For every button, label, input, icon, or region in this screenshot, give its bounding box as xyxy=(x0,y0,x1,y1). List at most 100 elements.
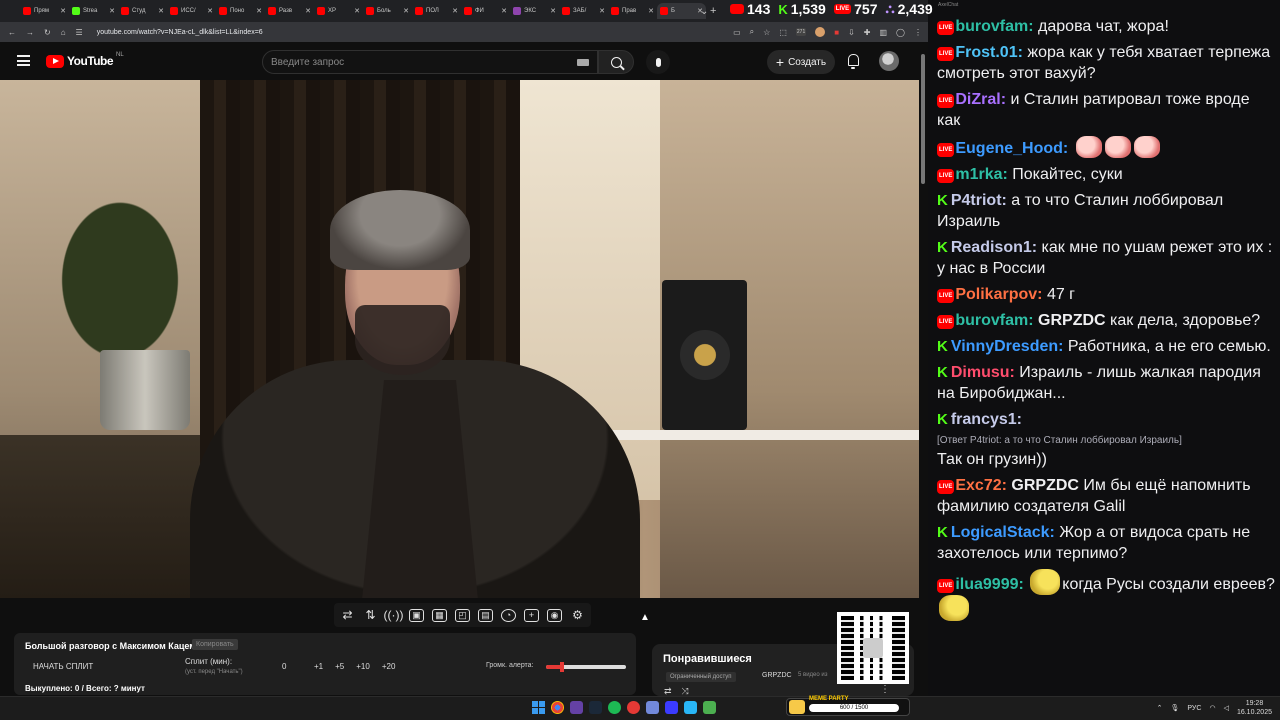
browser-tab[interactable]: Боль ✕ xyxy=(363,3,412,19)
cinema-icon[interactable]: ▣ xyxy=(409,608,424,622)
tab-close-icon[interactable]: ✕ xyxy=(256,7,262,15)
twitch-app-icon[interactable] xyxy=(570,701,583,714)
chat-username[interactable]: Frost.01: xyxy=(955,44,1023,61)
chat-username[interactable]: ilua9999: xyxy=(955,576,1023,593)
youtube-logo[interactable]: YouTube NL xyxy=(46,52,124,68)
steam-icon[interactable] xyxy=(589,701,602,714)
chat-username[interactable]: burovfam: xyxy=(955,18,1033,35)
increment-10-button[interactable]: +10 xyxy=(356,662,370,671)
lang-indicator[interactable]: РУС xyxy=(1187,705,1201,712)
keyboard-icon[interactable] xyxy=(577,59,589,66)
increment-5-button[interactable]: +5 xyxy=(335,662,344,671)
settings-gear-icon[interactable]: ⚙ xyxy=(570,609,585,622)
sort-icon[interactable]: ⇅ xyxy=(363,609,378,622)
system-clock[interactable]: 19:28 16.10.2025 xyxy=(1237,699,1272,717)
audio-waves-icon[interactable]: ((·)) xyxy=(384,609,404,622)
video-player[interactable] xyxy=(0,80,920,598)
browser-tab[interactable]: Прям ✕ xyxy=(20,3,69,19)
start-split-button[interactable]: НАЧАТЬ СПЛИТ xyxy=(33,662,93,671)
camera-icon[interactable]: ◉ xyxy=(547,608,562,622)
speed-icon[interactable]: ◔ xyxy=(501,608,516,622)
browser-tab[interactable]: Студ ✕ xyxy=(118,3,167,19)
url-text[interactable]: youtube.com/watch?v=NJEa-cL_dlk&list=LL&… xyxy=(97,29,263,36)
chat-username[interactable]: P4triot: xyxy=(951,192,1007,209)
browser-tab[interactable]: Разв ✕ xyxy=(265,3,314,19)
tab-close-icon[interactable]: ✕ xyxy=(501,7,507,15)
discord-icon[interactable] xyxy=(646,701,659,714)
tab-close-icon[interactable]: ✕ xyxy=(550,7,556,15)
tab-close-icon[interactable]: ✕ xyxy=(648,7,654,15)
voice-search-button[interactable] xyxy=(646,50,670,74)
tab-close-icon[interactable]: ✕ xyxy=(60,7,66,15)
spotify-icon[interactable] xyxy=(608,701,621,714)
browser-tab[interactable]: Б ✕ xyxy=(657,3,706,19)
more-options-icon[interactable]: ⋮ xyxy=(880,684,890,695)
cast-icon[interactable]: ▭ xyxy=(733,28,741,37)
notifications-bell-icon[interactable] xyxy=(848,54,859,69)
browser-tab[interactable]: ПОЛ ✕ xyxy=(412,3,461,19)
tab-close-icon[interactable]: ✕ xyxy=(158,7,164,15)
page-scrollbar[interactable] xyxy=(919,44,927,694)
download-icon[interactable]: ⇩ xyxy=(848,28,855,37)
chat-username[interactable]: DiZral: xyxy=(955,91,1006,108)
browser-tab[interactable]: ФИ ✕ xyxy=(461,3,510,19)
tab-close-icon[interactable]: ✕ xyxy=(452,7,458,15)
playlist-owner[interactable]: GRPZDC xyxy=(762,672,792,679)
window-mode-icon[interactable]: ◰ xyxy=(455,608,470,622)
copy-button[interactable]: Копировать xyxy=(192,639,238,650)
extension-badge[interactable]: 271 xyxy=(795,28,807,36)
browser-tab[interactable]: Поно ✕ xyxy=(216,3,265,19)
chat-username[interactable]: francys1: xyxy=(951,411,1022,428)
star-icon[interactable]: ☆ xyxy=(763,28,770,37)
increment-1-button[interactable]: +1 xyxy=(314,662,323,671)
chat-username[interactable]: Dimusu: xyxy=(951,364,1015,381)
increment-20-button[interactable]: +20 xyxy=(382,662,396,671)
chat-username[interactable]: m1rka: xyxy=(955,166,1007,183)
scrollbar-thumb[interactable] xyxy=(921,54,925,184)
obs-icon[interactable] xyxy=(627,701,640,714)
chevron-down-icon[interactable]: ⌄ xyxy=(700,6,708,17)
browser-tab[interactable]: Strea ✕ xyxy=(69,3,118,19)
site-info-icon[interactable]: ☰ xyxy=(76,28,83,37)
extension-icon[interactable]: ⬚ xyxy=(779,28,787,37)
tab-close-icon[interactable]: ✕ xyxy=(599,7,605,15)
wifi-icon[interactable]: ◠ xyxy=(1209,704,1215,712)
chat-username[interactable]: Readison1: xyxy=(951,239,1037,256)
home-icon[interactable]: ⌂ xyxy=(61,28,66,37)
create-button[interactable]: + Создать xyxy=(767,50,835,74)
chat-username[interactable]: Exc72: xyxy=(955,477,1007,494)
sidepanel-icon[interactable]: ▥ xyxy=(879,28,887,37)
filmstrip-icon[interactable]: ▤ xyxy=(478,608,493,622)
search-input[interactable]: Введите запрос xyxy=(262,50,598,74)
search-button[interactable] xyxy=(598,50,634,74)
chat-username[interactable]: LogicalStack: xyxy=(951,524,1055,541)
browser-tab[interactable]: Прав ✕ xyxy=(608,3,657,19)
profile-icon[interactable]: ◯ xyxy=(896,28,905,37)
chat-username[interactable]: Eugene_Hood: xyxy=(955,140,1068,157)
chat-username[interactable]: Polikarpov: xyxy=(955,286,1042,303)
forward-icon[interactable]: → xyxy=(26,28,34,37)
account-avatar[interactable] xyxy=(879,51,899,71)
adblock-icon[interactable]: ■ xyxy=(834,28,839,37)
loop-icon[interactable]: ⇄ xyxy=(664,686,682,696)
mic-tray-icon[interactable]: 🎙 xyxy=(1171,704,1180,712)
volume-icon[interactable]: ◁ xyxy=(1224,704,1229,712)
back-icon[interactable]: ← xyxy=(8,28,16,37)
chat-username[interactable]: burovfam: xyxy=(955,312,1033,329)
tab-close-icon[interactable]: ✕ xyxy=(207,7,213,15)
browser-tab[interactable]: ИСС/ ✕ xyxy=(167,3,216,19)
menu-icon[interactable] xyxy=(17,55,30,66)
puzzle-icon[interactable]: ✚ xyxy=(864,28,871,37)
media-player-icon[interactable] xyxy=(665,701,678,714)
tab-close-icon[interactable]: ✕ xyxy=(403,7,409,15)
alert-volume-knob[interactable] xyxy=(560,662,564,672)
browser-tab[interactable]: ЭКС ✕ xyxy=(510,3,559,19)
browser-tab[interactable]: ХР ✕ xyxy=(314,3,363,19)
windows-start-icon[interactable] xyxy=(532,701,545,714)
menu-dots-icon[interactable]: ⋮ xyxy=(914,28,922,37)
chevron-up-icon[interactable]: ⌃ xyxy=(1157,704,1163,712)
alert-volume-slider[interactable] xyxy=(546,662,626,672)
calendar-icon[interactable]: ▦ xyxy=(432,608,447,622)
tab-close-icon[interactable]: ✕ xyxy=(109,7,115,15)
tab-close-icon[interactable]: ✕ xyxy=(305,7,311,15)
